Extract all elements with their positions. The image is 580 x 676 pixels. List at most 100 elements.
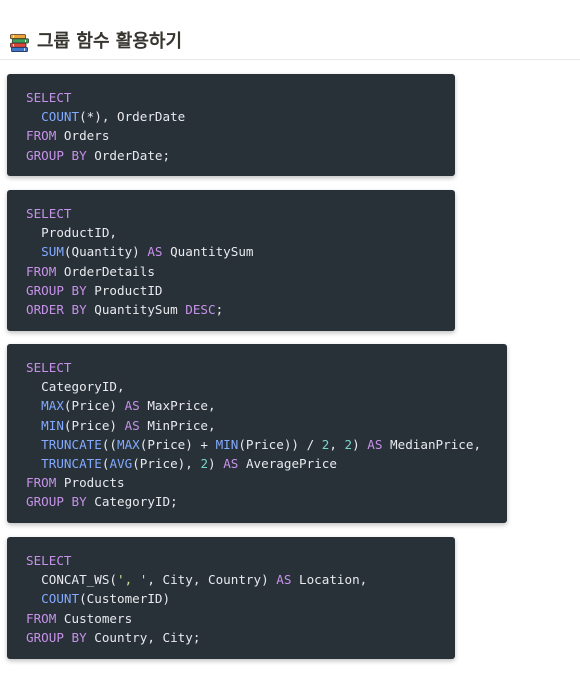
sql-function: COUNT: [41, 109, 80, 125]
code-line: FROM OrderDetails: [26, 264, 155, 279]
sql-text: (Price): [63, 417, 125, 433]
sql-text: ,: [329, 436, 345, 452]
sql-string: ', ': [117, 572, 148, 588]
code-text: SELECT CategoryID, MAX (Price) AS MaxPric…: [26, 358, 481, 512]
code-line: GROUP BY Country, City;: [26, 630, 200, 645]
sql-text: OrderDate;: [86, 147, 171, 163]
sql-keyword: SELECT: [26, 360, 72, 375]
sql-keyword: FROM: [26, 610, 57, 626]
code-line: CONCAT_WS(', ', City, Country) AS Locati…: [26, 572, 367, 587]
sql-text: Customers: [56, 610, 133, 626]
sql-text: (*), OrderDate: [79, 109, 186, 125]
sql-keyword: GROUP BY: [26, 629, 87, 645]
sql-keyword: SELECT: [26, 206, 72, 221]
sql-keyword: SELECT: [26, 90, 72, 105]
code-line: SUM(Quantity) AS QuantitySum: [26, 244, 254, 260]
sql-text: CategoryID,: [26, 379, 125, 395]
code-block-customer-location[interactable]: SELECT CONCAT_WS(', ', City, Country) AS…: [7, 537, 455, 659]
sql-text: (Price) +: [139, 436, 216, 452]
sql-keyword: AS: [367, 436, 383, 452]
sql-text: (Price): [63, 398, 125, 414]
code-line: TRUNCATE((MAX(Price) + MIN(Price)) / 2, …: [26, 437, 481, 452]
sql-text: ;: [215, 302, 224, 318]
sql-text: CONCAT_WS(: [26, 572, 117, 588]
sql-text: ((: [101, 436, 118, 452]
code-line: TRUNCATE(AVG(Price), 2) AS AveragePrice: [26, 456, 337, 471]
code-line: SELECT: [26, 553, 72, 568]
code-line: FROM Orders: [26, 128, 109, 143]
sql-text: ProductID,: [26, 225, 117, 241]
code-line: FROM Customers: [26, 611, 132, 626]
sql-text: (Price),: [132, 456, 201, 472]
sql-text: QuantitySum: [162, 244, 254, 260]
sql-keyword: AS: [124, 417, 140, 433]
sql-text: Location,: [291, 572, 368, 588]
sql-text: ): [352, 436, 368, 452]
code-line: COUNT(CustomerID): [26, 591, 170, 606]
sql-text: MinPrice,: [139, 417, 216, 433]
sql-keyword: AS: [276, 572, 292, 588]
code-line: GROUP BY ProductID: [26, 283, 163, 298]
sql-text: (CustomerID): [79, 591, 171, 607]
code-text: SELECT ProductID, SUM(Quantity) AS Quant…: [26, 204, 254, 319]
page-title: 그룹 함수 활용하기: [37, 31, 183, 52]
code-line: SELECT: [26, 360, 72, 375]
sql-function: SUM: [41, 244, 64, 260]
sql-keyword: AS: [124, 398, 140, 414]
sql-number: 2: [200, 456, 209, 472]
sql-keyword: FROM: [26, 475, 57, 491]
code-line: ProductID,: [26, 225, 117, 240]
sql-keyword: AS: [147, 244, 163, 260]
code-line: FROM Products: [26, 475, 125, 490]
sql-text: AveragePrice: [238, 456, 337, 472]
code-line: SELECT: [26, 206, 72, 221]
sql-function: MIN: [215, 436, 239, 452]
sql-keyword: AS: [223, 456, 239, 472]
sql-text: QuantitySum: [86, 302, 186, 318]
sql-keyword: FROM: [26, 263, 57, 279]
sql-function: MIN: [41, 417, 64, 433]
sql-function: TRUNCATE: [41, 436, 102, 452]
sql-function: AVG: [109, 456, 133, 472]
sql-keyword: GROUP BY: [26, 282, 87, 298]
sql-function: COUNT: [41, 591, 80, 607]
code-block-sum-quantity[interactable]: SELECT ProductID, SUM(Quantity) AS Quant…: [7, 190, 455, 331]
code-block-count-orders[interactable]: SELECT COUNT(*), OrderDate FROM Orders G…: [7, 74, 455, 176]
code-text: SELECT COUNT(*), OrderDate FROM Orders G…: [26, 88, 185, 165]
sql-text: CategoryID;: [86, 494, 178, 510]
sql-function: TRUNCATE: [41, 456, 102, 472]
sql-text: MaxPrice,: [139, 398, 216, 414]
sql-keyword: GROUP BY: [26, 147, 87, 163]
page-header: 그룹 함수 활용하기: [0, 26, 580, 60]
code-line: GROUP BY CategoryID;: [26, 494, 178, 509]
sql-keyword: FROM: [26, 128, 57, 144]
sql-keyword: GROUP BY: [26, 494, 87, 510]
sql-keyword: SELECT: [26, 553, 72, 568]
code-line: GROUP BY OrderDate;: [26, 148, 170, 163]
sql-text: Products: [56, 475, 125, 491]
code-line: MIN(Price) AS MinPrice,: [26, 417, 216, 433]
sql-keyword: DESC: [185, 302, 216, 318]
sql-text: OrderDetails: [56, 263, 155, 279]
sql-text: MedianPrice,: [382, 436, 482, 452]
code-line: ORDER BY QuantitySum DESC;: [26, 302, 223, 317]
sql-function: MAX: [117, 436, 140, 452]
code-line: COUNT(*), OrderDate: [26, 109, 185, 124]
sql-text: Orders: [56, 128, 110, 144]
code-line: CategoryID,: [26, 379, 125, 395]
sql-keyword: ORDER BY: [26, 302, 87, 318]
code-line: SELECT: [26, 90, 72, 105]
sql-text: ): [208, 456, 224, 472]
sql-text: , City, Country): [147, 572, 277, 588]
code-block-price-stats[interactable]: SELECT CategoryID, MAX (Price) AS MaxPric…: [7, 344, 507, 523]
code-text: SELECT CONCAT_WS(', ', City, Country) AS…: [26, 551, 367, 647]
sql-text: Country, City;: [86, 629, 201, 645]
sql-number: 2: [344, 436, 353, 452]
